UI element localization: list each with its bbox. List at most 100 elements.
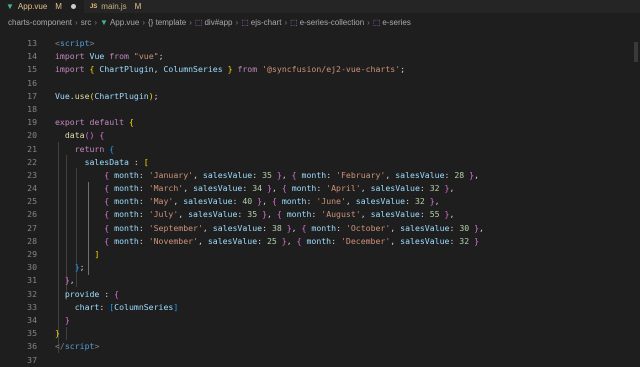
code-text: }; (74, 262, 85, 273)
code-line: 30 }; (0, 261, 640, 274)
breadcrumb-label: e-series-collection (299, 17, 365, 27)
modified-indicator: M (134, 2, 142, 11)
line-number: 28 (27, 235, 37, 246)
vue-icon: ▼ (100, 17, 108, 27)
element-icon: ⬚ (290, 17, 298, 27)
code-text: { month: 'March', salesValue: 34 }, { mo… (104, 183, 455, 194)
breadcrumb-label: div#app (204, 17, 233, 27)
line-number: 29 (27, 249, 37, 259)
code-line: 23 { month: 'January', salesValue: 35 },… (0, 169, 640, 182)
line-number: 32 (27, 288, 37, 299)
line-number: 16 (27, 77, 37, 88)
code-text: { month: 'January', salesValue: 35 }, { … (104, 169, 480, 180)
chevron-right-icon: › (284, 17, 288, 27)
chevron-right-icon: › (75, 17, 78, 27)
line-number: 19 (27, 117, 37, 128)
code-text: } (64, 314, 70, 325)
breadcrumb-item[interactable]: charts-component (8, 18, 72, 27)
line-number: 13 (27, 38, 37, 48)
code-line: 18 (0, 103, 640, 116)
code-line: 17 Vue.use(ChartPlugin); (0, 90, 640, 103)
code-line: 35} (0, 327, 640, 340)
breadcrumb-label: charts-component (8, 17, 73, 27)
js-icon: JS (89, 3, 98, 10)
code-text: export default { (55, 117, 134, 128)
line-number: 33 (27, 301, 37, 312)
code-line: 36 </script> (0, 340, 640, 353)
line-number: 26 (27, 209, 37, 220)
line-number: 31 (27, 275, 37, 286)
element-icon: ⬚ (372, 17, 381, 27)
tab-label: App.vue (17, 2, 48, 11)
code-text: <script> (55, 38, 95, 48)
tab-bar: ▼ App.vue M JS main.js M (0, 0, 640, 13)
tab-app-vue[interactable]: ▼ App.vue M (0, 0, 84, 13)
line-number: 22 (27, 156, 37, 167)
code-line: 32 provide : { (0, 288, 640, 301)
code-text: { month: 'July', salesValue: 35 }, { mon… (104, 209, 455, 220)
code-text: Vue.use(ChartPlugin); (55, 90, 159, 101)
breadcrumb-item[interactable]: ⬚ e-series-collection (290, 18, 364, 27)
unsaved-dot-icon[interactable] (70, 4, 76, 9)
code-text: data() { (64, 130, 105, 141)
line-number: 27 (27, 222, 37, 233)
code-line: 22 salesData : [ (0, 156, 640, 169)
line-number: 17 (27, 90, 37, 101)
code-text: return { (74, 143, 115, 154)
line-number: 30 (27, 262, 37, 273)
line-number: 21 (27, 143, 37, 154)
breadcrumb-item[interactable]: {} template (148, 18, 186, 27)
code-line: 25 { month: 'May', salesValue: 40 }, { m… (0, 195, 640, 208)
breadcrumb-item[interactable]: ▼ App.vue (100, 18, 139, 27)
line-number: 25 (27, 196, 37, 207)
code-line: 29 ] (0, 248, 640, 261)
modified-indicator: M (55, 2, 62, 11)
line-number: 23 (27, 169, 37, 180)
breadcrumb-label: {} template (148, 17, 187, 27)
code-text: ] (94, 249, 100, 259)
code-line: 13 <script> (0, 37, 640, 50)
line-number: 37 (27, 354, 37, 365)
element-icon: ⬚ (194, 17, 203, 27)
code-text: { month: 'November', salesValue: 25 }, {… (104, 235, 480, 246)
editor-scrollbar[interactable] (632, 37, 640, 360)
breadcrumb-item[interactable]: ⬚ ejs-chart (241, 18, 281, 27)
chevron-right-icon: › (189, 17, 192, 27)
code-line: 24 { month: 'March', salesValue: 34 }, {… (0, 182, 640, 195)
chevron-right-icon: › (235, 17, 239, 27)
code-text: </script> (55, 341, 100, 352)
code-text: { month: 'September', salesValue: 38 }, … (104, 222, 484, 233)
code-line: 21 return { (0, 143, 640, 156)
vue-icon: ▼ (6, 2, 14, 11)
code-line: 19 export default { (0, 116, 640, 129)
code-text: { month: 'May', salesValue: 40 }, { mont… (104, 196, 440, 207)
breadcrumb-item[interactable]: ⬚ e-series (373, 18, 411, 27)
breadcrumb-label: src (80, 17, 92, 27)
code-line: 27 { month: 'September', salesValue: 38 … (0, 222, 640, 235)
code-line: 34 } (0, 314, 640, 327)
scrollbar-thumb[interactable] (634, 42, 638, 62)
breadcrumb-item[interactable]: src (81, 18, 92, 27)
line-number: 20 (27, 130, 37, 141)
code-line: 16 (0, 77, 640, 90)
line-number: 24 (27, 183, 37, 194)
breadcrumb-label: ejs-chart (250, 17, 282, 27)
code-line: 37 (0, 354, 640, 367)
line-number: 36 (27, 341, 37, 352)
chevron-right-icon: › (367, 17, 370, 27)
code-text: import { ChartPlugin, ColumnSeries } fro… (55, 64, 406, 75)
code-line: 28 { month: 'November', salesValue: 25 }… (0, 235, 640, 248)
code-line: 33 chart: [ColumnSeries] (0, 301, 640, 314)
chevron-right-icon: › (142, 17, 145, 27)
code-line: 20 data() { (0, 129, 640, 142)
tab-main-js[interactable]: JS main.js M (84, 0, 149, 13)
code-text: provide : { (64, 288, 120, 299)
chevron-right-icon: › (94, 17, 98, 27)
line-number: 18 (27, 103, 37, 114)
breadcrumb-item[interactable]: ⬚ div#app (195, 18, 233, 27)
code-text: salesData : [ (84, 156, 149, 167)
tab-label: main.js (101, 2, 127, 11)
code-editor[interactable]: 13 <script> 14 import Vue from "vue"; 15 im… (0, 37, 640, 367)
code-text: }, (64, 275, 75, 286)
breadcrumb: charts-component › src › ▼ App.vue › {} t… (0, 15, 640, 29)
